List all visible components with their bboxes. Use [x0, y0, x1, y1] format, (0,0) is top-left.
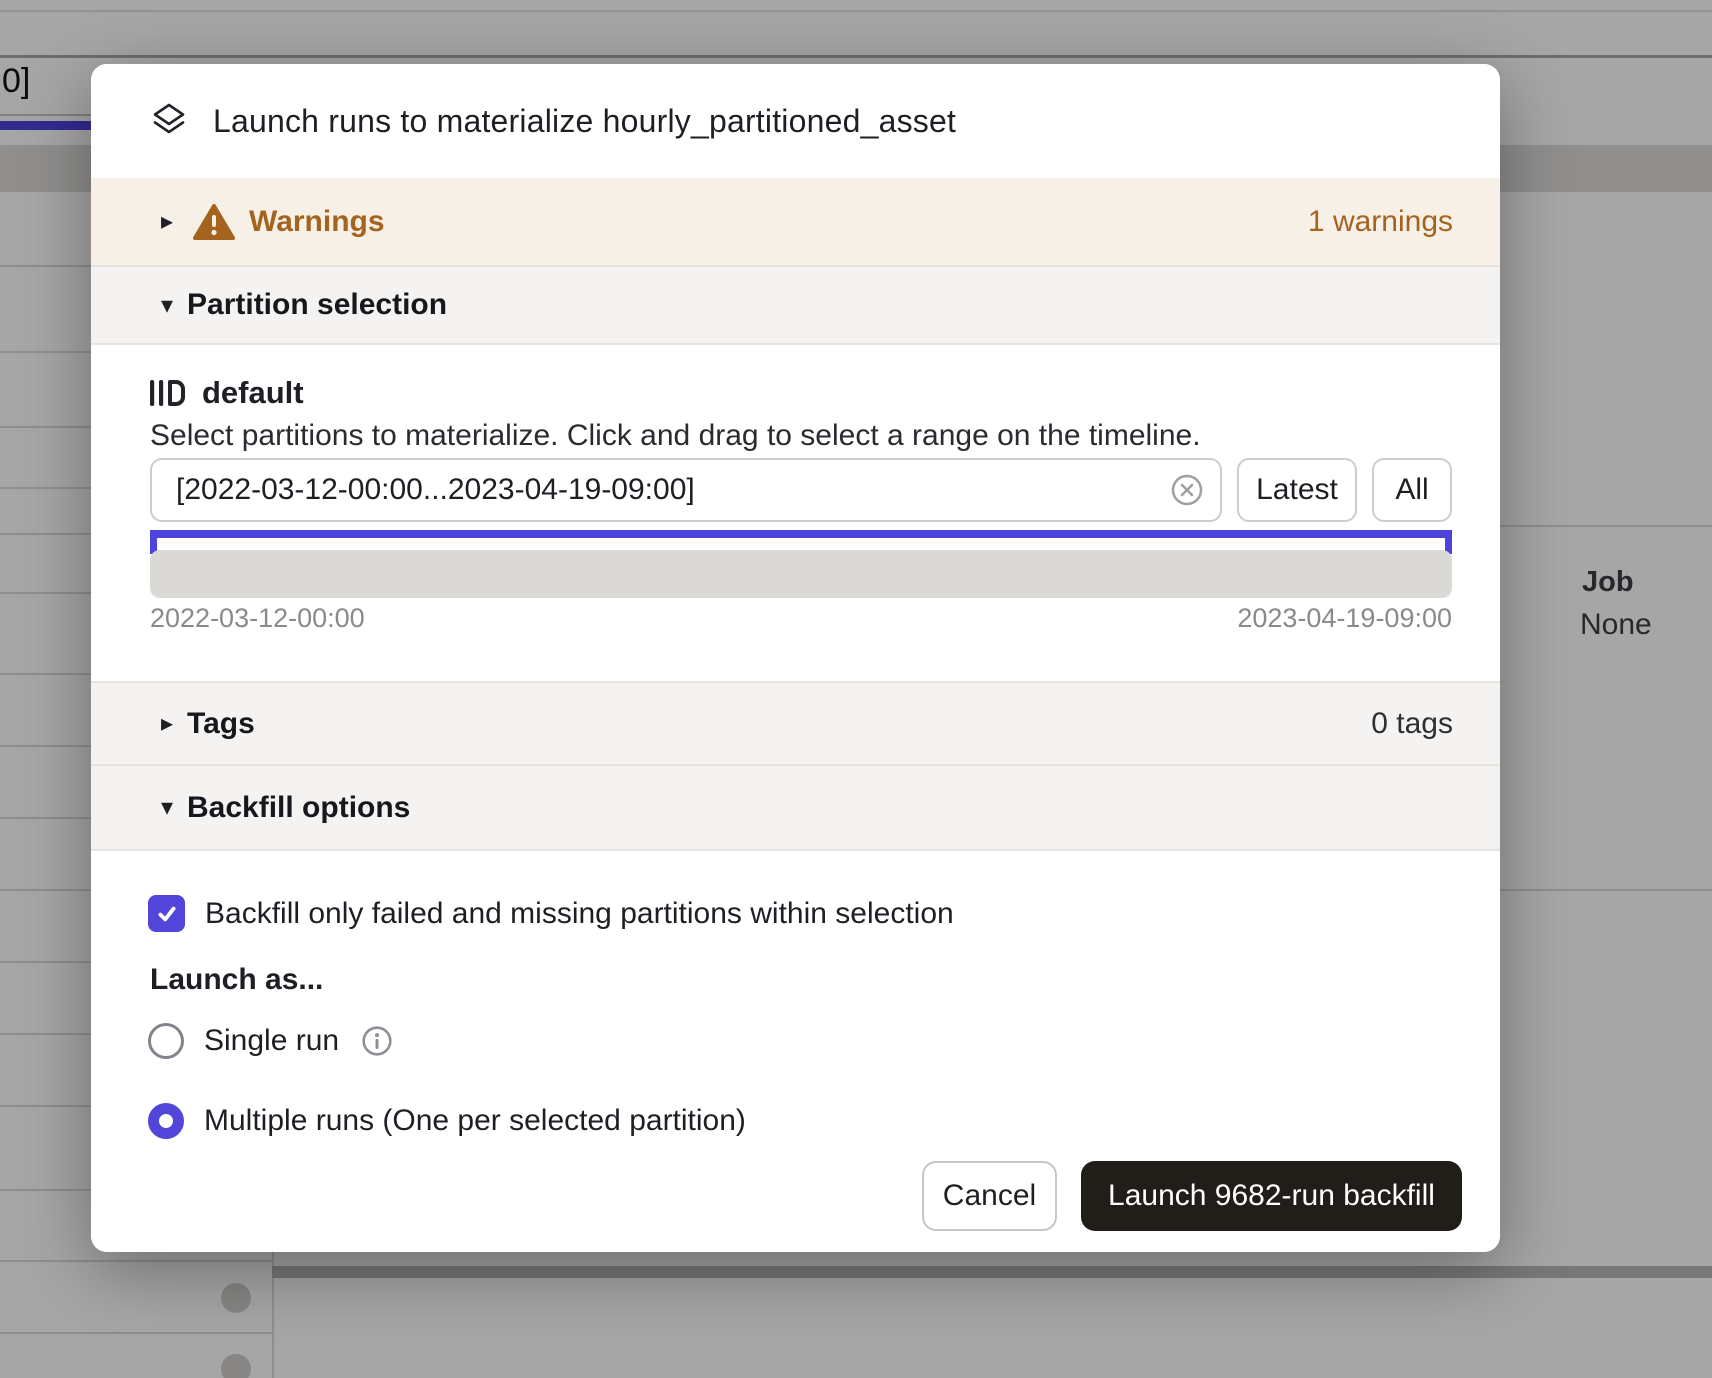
- partition-selection-header: Partition selection: [187, 288, 447, 322]
- backfill-options-section-toggle[interactable]: ▾ Backfill options: [91, 766, 1500, 851]
- partition-selection-description: Select partitions to materialize. Click …: [150, 419, 1201, 453]
- backfill-options-header: Backfill options: [187, 791, 410, 825]
- launch-backfill-button[interactable]: Launch 9682-run backfill: [1081, 1161, 1462, 1231]
- partition-selection-section-toggle[interactable]: ▾ Partition selection: [91, 265, 1500, 345]
- backfill-only-failed-label[interactable]: Backfill only failed and missing partiti…: [205, 897, 954, 931]
- partition-range-row: Latest All: [150, 458, 1452, 522]
- all-button[interactable]: All: [1372, 458, 1452, 522]
- launch-as-label: Launch as...: [150, 963, 323, 997]
- clear-selection-icon[interactable]: [1170, 473, 1204, 507]
- backfill-options-content: Backfill only failed and missing partiti…: [91, 851, 1500, 1252]
- chevron-down-icon: ▾: [161, 291, 187, 320]
- partition-range-input-wrap: [150, 458, 1222, 522]
- tags-count: 0 tags: [1371, 707, 1453, 741]
- tags-header: Tags: [187, 707, 255, 741]
- backfill-only-failed-checkbox-row[interactable]: Backfill only failed and missing partiti…: [148, 895, 954, 932]
- partition-selection-content: default Select partitions to materialize…: [91, 345, 1500, 681]
- single-run-radio-row[interactable]: Single run: [148, 1023, 393, 1059]
- dimension-name: default: [202, 375, 304, 411]
- launch-backfill-dialog: Launch runs to materialize hourly_partit…: [91, 64, 1500, 1252]
- checkbox-checked-icon[interactable]: [148, 895, 185, 932]
- latest-button[interactable]: Latest: [1237, 458, 1357, 522]
- chevron-down-icon: ▾: [161, 793, 187, 822]
- info-icon[interactable]: [361, 1025, 393, 1057]
- chevron-right-icon: ▸: [161, 709, 187, 738]
- partition-set-icon: [148, 376, 186, 410]
- warning-triangle-icon: [193, 203, 235, 241]
- warnings-count: 1 warnings: [1308, 205, 1453, 239]
- materialize-layers-icon: [147, 99, 191, 143]
- multiple-runs-label[interactable]: Multiple runs (One per selected partitio…: [204, 1104, 746, 1138]
- warnings-section-toggle[interactable]: ▸ Warnings 1 warnings: [91, 178, 1500, 265]
- partition-range-input[interactable]: [150, 458, 1222, 522]
- timeline-start-label: 2022-03-12-00:00: [150, 603, 365, 634]
- dimension-row: default: [148, 375, 304, 411]
- radio-unselected-icon[interactable]: [148, 1023, 184, 1059]
- warnings-label: Warnings: [249, 205, 385, 239]
- dialog-footer: Cancel Launch 9682-run backfill: [922, 1161, 1462, 1231]
- timeline-end-label: 2023-04-19-09:00: [1237, 603, 1452, 634]
- single-run-label[interactable]: Single run: [204, 1024, 339, 1058]
- dialog-title-bar: Launch runs to materialize hourly_partit…: [91, 64, 1500, 178]
- radio-selected-icon[interactable]: [148, 1103, 184, 1139]
- tags-section-toggle[interactable]: ▸ Tags 0 tags: [91, 681, 1500, 766]
- multiple-runs-radio-row[interactable]: Multiple runs (One per selected partitio…: [148, 1103, 746, 1139]
- partition-timeline-track[interactable]: [150, 550, 1452, 598]
- chevron-right-icon: ▸: [161, 207, 187, 236]
- dialog-title: Launch runs to materialize hourly_partit…: [213, 103, 956, 140]
- cancel-button[interactable]: Cancel: [922, 1161, 1057, 1231]
